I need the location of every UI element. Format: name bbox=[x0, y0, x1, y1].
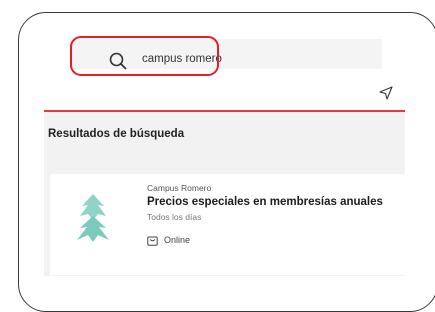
search-highlight-annotation bbox=[70, 36, 219, 76]
location-arrow-icon[interactable] bbox=[379, 86, 393, 100]
shopping-bag-icon bbox=[147, 236, 158, 246]
card-organization: Campus Romero bbox=[147, 183, 212, 193]
result-card[interactable]: Campus Romero Precios especiales en memb… bbox=[50, 174, 405, 275]
section-title: Resultados de búsqueda bbox=[48, 128, 185, 140]
campus-romero-logo bbox=[77, 194, 109, 242]
results-area: Resultados de búsqueda Campus Romero Pre… bbox=[44, 112, 405, 276]
card-mode-label: Online bbox=[164, 235, 191, 245]
card-mode: Online bbox=[147, 233, 190, 247]
card-title[interactable]: Precios especiales en membresías anuales bbox=[147, 196, 383, 208]
card-schedule: Todos los días bbox=[147, 212, 202, 222]
